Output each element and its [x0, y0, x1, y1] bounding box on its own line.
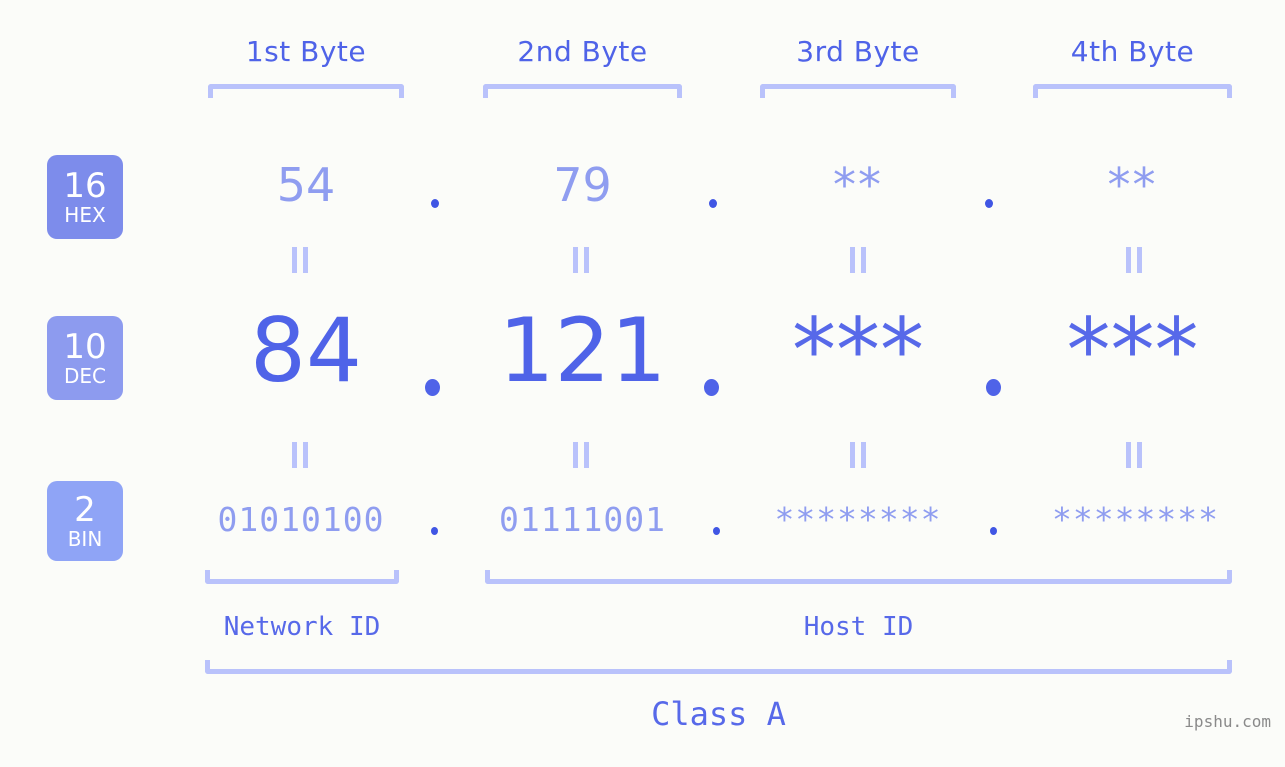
base-badge-hex-number: 16	[63, 165, 107, 206]
base-badge-dec-name: DEC	[63, 363, 106, 388]
dec-byte-2: 121	[498, 299, 667, 402]
equals-connector-dec-bin-1	[292, 442, 308, 468]
byte-bracket-3	[760, 84, 956, 98]
equals-connector-dec-bin-2	[573, 442, 589, 468]
base-badge-hex-name: HEX	[64, 202, 106, 227]
byte-header-3: 3rd Byte	[796, 35, 920, 68]
base-badge-bin-name: BIN	[67, 526, 103, 551]
watermark: ipshu.com	[1184, 712, 1271, 731]
host-id-bracket	[485, 570, 1232, 584]
equals-connector-hex-dec-3	[850, 247, 866, 273]
dec-byte-4: ***	[1066, 299, 1199, 402]
dec-dot-2	[704, 379, 719, 396]
class-bracket	[205, 660, 1232, 674]
byte-bracket-4	[1033, 84, 1232, 98]
equals-connector-hex-dec-4	[1126, 247, 1142, 273]
bin-byte-1: 01010100	[217, 500, 385, 539]
network-id-bracket	[205, 570, 399, 584]
byte-header-4: 4th Byte	[1070, 35, 1195, 68]
bin-byte-4: ********	[1052, 500, 1219, 539]
equals-connector-hex-dec-1	[292, 247, 308, 273]
base-badge-bin-number: 2	[74, 489, 96, 530]
hex-dot-2	[709, 199, 717, 208]
bin-dot-3	[990, 527, 997, 535]
base-badge-dec: 10 DEC	[47, 316, 123, 400]
dec-dot-3	[986, 379, 1001, 396]
dec-dot-1	[425, 379, 440, 396]
hex-byte-4: **	[1107, 158, 1158, 212]
bin-dot-1	[431, 527, 438, 535]
dec-byte-1: 84	[250, 299, 362, 402]
equals-connector-dec-bin-3	[850, 442, 866, 468]
byte-header-1: 1st Byte	[245, 35, 367, 68]
ip-breakdown-diagram: 1st Byte 2nd Byte 3rd Byte 4th Byte 16 H…	[0, 0, 1285, 767]
dec-byte-3: ***	[792, 299, 924, 402]
hex-byte-2: 79	[553, 158, 612, 212]
hex-dot-3	[985, 199, 993, 208]
byte-header-2: 2nd Byte	[517, 35, 648, 68]
bin-byte-2: 01111001	[499, 500, 666, 539]
class-label: Class A	[651, 695, 786, 733]
byte-bracket-1	[208, 84, 404, 98]
hex-byte-3: **	[833, 158, 883, 212]
network-id-label: Network ID	[223, 612, 381, 642]
equals-connector-hex-dec-2	[573, 247, 589, 273]
base-badge-bin: 2 BIN	[47, 481, 123, 561]
host-id-label: Host ID	[803, 612, 914, 642]
bin-byte-3: ********	[774, 500, 942, 539]
equals-connector-dec-bin-4	[1126, 442, 1142, 468]
hex-byte-1: 54	[276, 158, 336, 212]
bin-dot-2	[713, 527, 720, 535]
byte-bracket-2	[483, 84, 682, 98]
base-badge-dec-number: 10	[63, 326, 107, 367]
hex-dot-1	[431, 199, 439, 208]
base-badge-hex: 16 HEX	[47, 155, 123, 239]
